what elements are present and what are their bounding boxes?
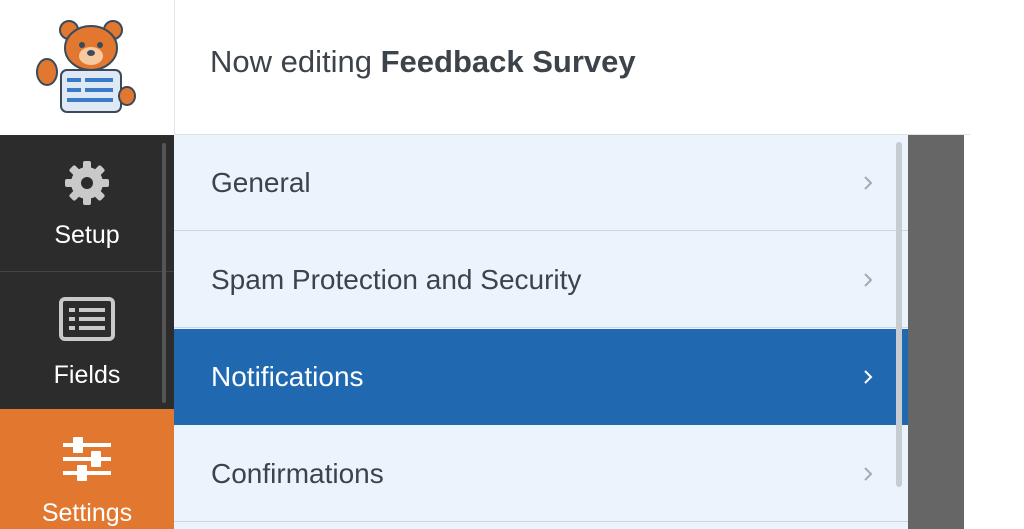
chevron-right-icon [864, 176, 873, 190]
chevron-right-icon [864, 370, 873, 384]
logo-area [0, 0, 174, 135]
panel-item-confirmations[interactable]: Confirmations [174, 426, 908, 522]
form-preview-area [908, 135, 964, 529]
panel-item-label: Confirmations [211, 458, 384, 489]
builder-sidebar: Setup Fields Settings [0, 135, 174, 529]
editing-prefix: Now editing [210, 44, 372, 79]
panel-item-spam-protection[interactable]: Spam Protection and Security [174, 232, 908, 328]
form-name: Feedback Survey [380, 44, 636, 79]
panel-item-label: Spam Protection and Security [211, 264, 582, 295]
panel-item-general[interactable]: General [174, 135, 908, 231]
sidebar-scrollbar[interactable] [162, 143, 166, 403]
chevron-right-icon [864, 273, 873, 287]
sidebar-item-label: Fields [53, 361, 121, 389]
panel-item-notifications[interactable]: Notifications [174, 329, 908, 425]
sidebar-item-label: Setup [54, 221, 120, 249]
sidebar-item-label: Settings [41, 499, 133, 527]
builder-header: Now editing Feedback Survey [174, 0, 970, 135]
panel-item-label: Notifications [211, 361, 364, 392]
sidebar-item-fields[interactable]: Fields [0, 271, 174, 409]
chevron-right-icon [864, 467, 873, 481]
sliders-icon [63, 437, 111, 481]
fields-list-icon [59, 297, 115, 341]
panel-item-label: General [211, 167, 311, 198]
gear-icon [65, 161, 109, 205]
sidebar-item-settings[interactable]: Settings [0, 409, 174, 529]
right-margin [970, 0, 1024, 529]
panel-scrollbar[interactable] [896, 142, 902, 487]
page-title: Now editing Feedback Survey [210, 44, 636, 80]
bear-mascot-logo [36, 20, 136, 113]
sidebar-item-setup[interactable]: Setup [0, 135, 174, 272]
settings-panel: General Spam Protection and Security Not… [174, 135, 908, 529]
